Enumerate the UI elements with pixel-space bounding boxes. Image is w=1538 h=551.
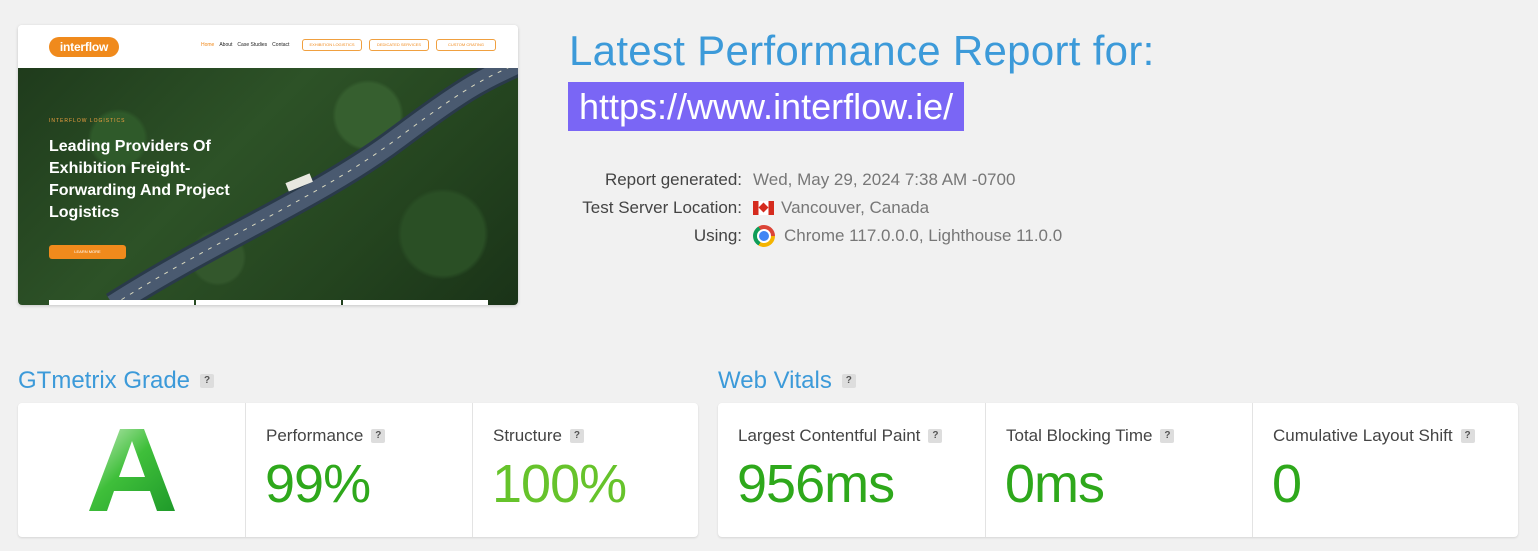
canada-flag-icon: [753, 201, 774, 215]
thumbnail-nav-links: Home About Case Studies Contact: [201, 42, 289, 48]
performance-label: Performance ?: [266, 426, 386, 446]
meta-row-location: Test Server Location: Vancouver, Canada: [560, 194, 1160, 222]
help-icon[interactable]: ?: [200, 374, 215, 388]
help-icon[interactable]: ?: [569, 429, 584, 443]
tbt-label: Total Blocking Time ?: [1006, 426, 1175, 446]
tbt-label-text: Total Blocking Time: [1006, 426, 1153, 445]
meta-row-generated: Report generated: Wed, May 29, 2024 7:38…: [560, 166, 1160, 194]
cls-label: Cumulative Layout Shift ?: [1273, 426, 1475, 446]
thumbnail-nav-buttons: EXHIBITION LOGISTICS DEDICATED SERVICES …: [302, 39, 496, 51]
thumbnail-nav-link: Contact: [272, 42, 290, 48]
gtmetrix-grade-panel: A Performance ? 99% Structure ? 100%: [18, 403, 698, 537]
structure-cell: Structure ? 100%: [472, 403, 698, 537]
thumbnail-card: [49, 300, 194, 305]
lcp-label-text: Largest Contentful Paint: [738, 426, 921, 445]
web-vitals-title-text: Web Vitals: [718, 367, 832, 394]
structure-label: Structure ?: [493, 426, 584, 446]
using-value: Chrome 117.0.0.0, Lighthouse 11.0.0: [753, 225, 1062, 247]
grade-cell: A: [18, 403, 245, 537]
help-icon[interactable]: ?: [1460, 429, 1475, 443]
thumbnail-card: [196, 300, 341, 305]
thumbnail-card: [343, 300, 488, 305]
cls-value: 0: [1272, 454, 1302, 514]
thumbnail-nav-link: About: [219, 42, 233, 48]
lcp-label: Largest Contentful Paint ?: [738, 426, 943, 446]
thumbnail-hero-image: INTERFLOW LOGISTICS Leading Providers Of…: [18, 68, 518, 305]
web-vitals-panel: Largest Contentful Paint ? 956ms Total B…: [718, 403, 1518, 537]
generated-label: Report generated:: [604, 170, 742, 189]
using-value-text: Chrome 117.0.0.0, Lighthouse 11.0.0: [784, 226, 1063, 245]
gtmetrix-grade-title-text: GTmetrix Grade: [18, 367, 191, 394]
grade-letter: A: [18, 403, 245, 537]
thumbnail-cta-button: LEARN MORE: [49, 245, 126, 259]
generated-value: Wed, May 29, 2024 7:38 AM -0700: [753, 170, 1015, 190]
gtmetrix-grade-title: GTmetrix Grade ?: [18, 367, 215, 395]
report-url-link[interactable]: https://www.interflow.ie/: [568, 82, 965, 131]
structure-value: 100%: [492, 454, 627, 514]
help-icon[interactable]: ?: [841, 374, 856, 388]
help-icon[interactable]: ?: [928, 429, 943, 443]
thumbnail-nav-link: Home: [201, 42, 215, 48]
thumbnail-nav-button: EXHIBITION LOGISTICS: [302, 39, 362, 51]
performance-label-text: Performance: [266, 426, 364, 445]
thumbnail-logo: interflow: [49, 37, 119, 57]
cls-label-text: Cumulative Layout Shift: [1273, 426, 1453, 445]
cls-cell: Cumulative Layout Shift ? 0: [1252, 403, 1518, 537]
generated-value-text: Wed, May 29, 2024 7:38 AM -0700: [753, 170, 1016, 189]
web-vitals-title: Web Vitals ?: [718, 367, 856, 395]
report-title: Latest Performance Report for:: [569, 27, 1155, 74]
page-screenshot-thumbnail: interflow Home About Case Studies Contac…: [18, 25, 518, 305]
report-meta: Report generated: Wed, May 29, 2024 7:38…: [560, 166, 1160, 250]
tbt-cell: Total Blocking Time ? 0ms: [985, 403, 1252, 537]
thumbnail-nav-button: CUSTOM CRATING: [436, 39, 496, 51]
meta-row-using: Using: Chrome 117.0.0.0, Lighthouse 11.0…: [560, 222, 1160, 250]
thumbnail-nav-button: DEDICATED SERVICES: [369, 39, 429, 51]
chrome-icon: [753, 225, 775, 247]
performance-cell: Performance ? 99%: [245, 403, 472, 537]
lcp-cell: Largest Contentful Paint ? 956ms: [718, 403, 985, 537]
thumbnail-nav: interflow Home About Case Studies Contac…: [18, 25, 518, 68]
thumbnail-nav-link: Case Studies: [237, 42, 268, 48]
using-label: Using:: [693, 226, 742, 245]
structure-label-text: Structure: [493, 426, 562, 445]
help-icon[interactable]: ?: [1160, 429, 1175, 443]
location-value: Vancouver, Canada: [753, 198, 929, 218]
thumbnail-kicker: INTERFLOW LOGISTICS: [49, 118, 126, 124]
thumbnail-headline: Leading Providers Of Exhibition Freight-…: [49, 138, 230, 221]
tbt-value: 0ms: [1005, 454, 1105, 514]
lcp-value: 956ms: [737, 454, 895, 514]
grade-a-icon: A: [88, 429, 175, 511]
location-label: Test Server Location:: [582, 198, 742, 217]
thumbnail-cards: [49, 300, 488, 305]
performance-value: 99%: [265, 454, 371, 514]
help-icon[interactable]: ?: [371, 429, 386, 443]
location-value-text: Vancouver, Canada: [781, 198, 930, 217]
